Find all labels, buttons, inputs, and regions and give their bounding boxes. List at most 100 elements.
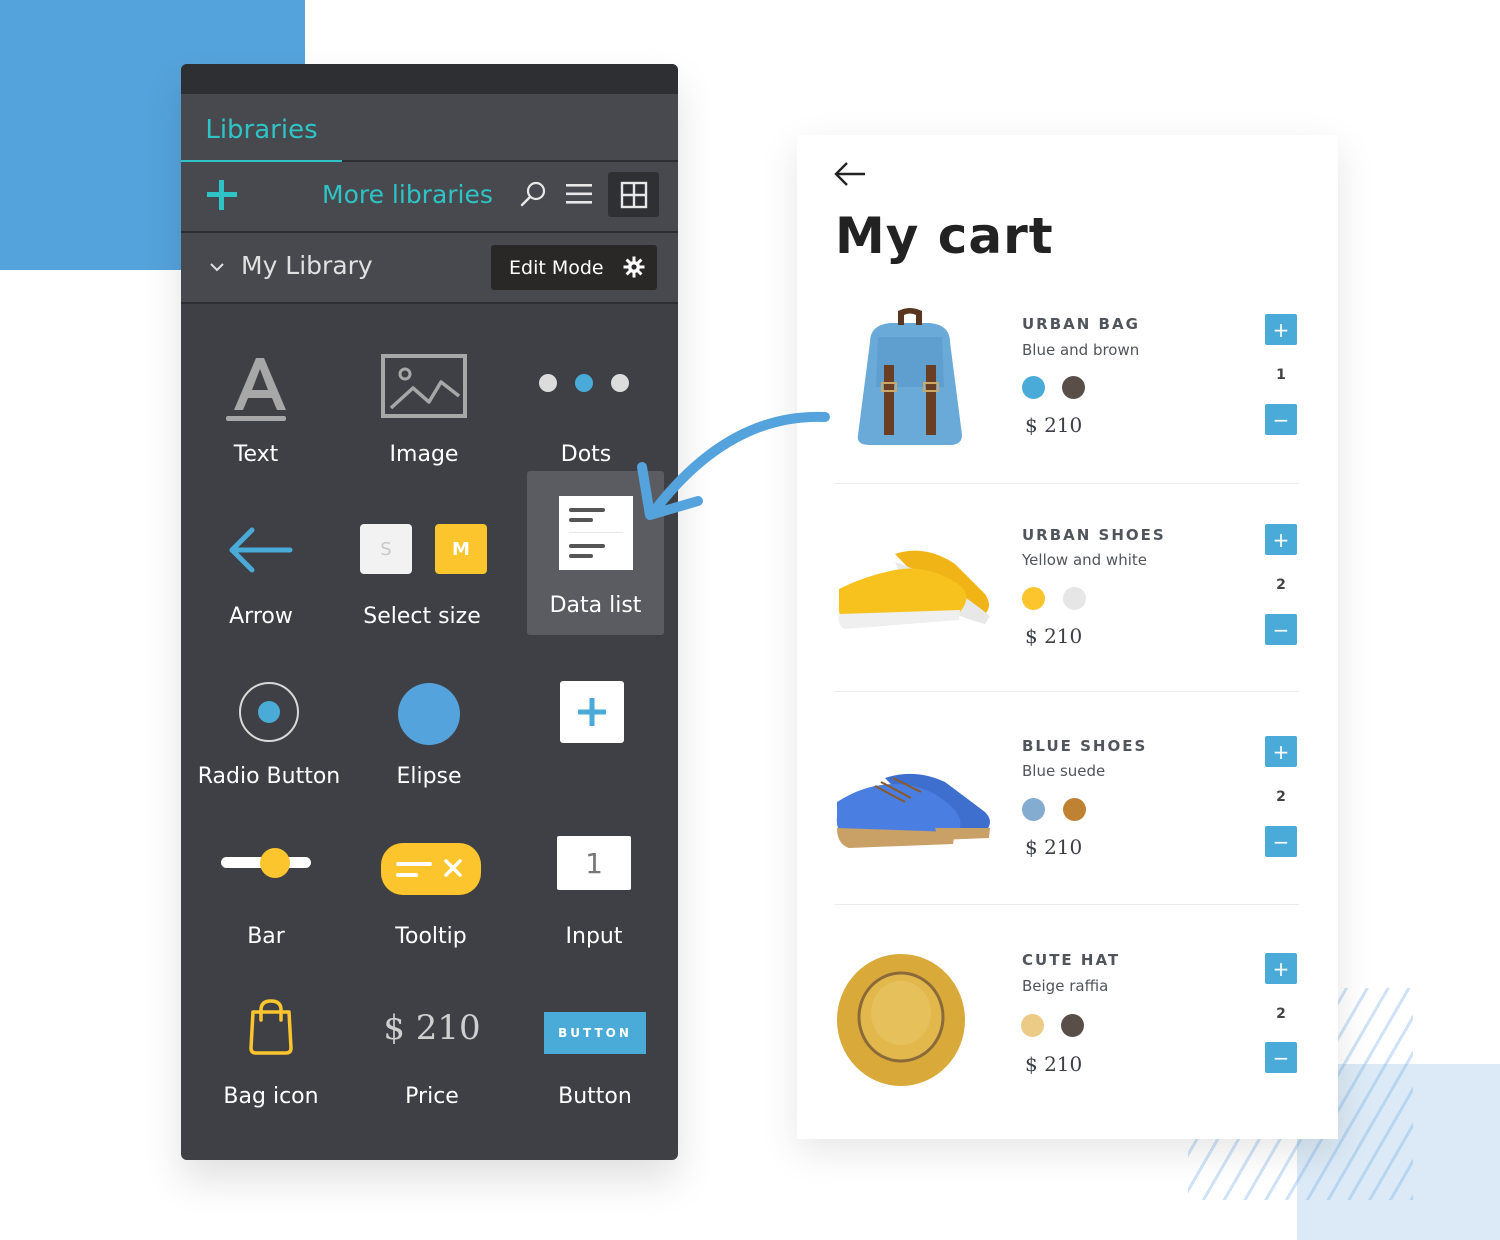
product-name: URBAN BAG (1022, 315, 1140, 333)
grid-view-button[interactable] (608, 172, 659, 217)
edit-mode-button[interactable]: Edit Mode (491, 245, 657, 290)
data-list-icon (558, 496, 633, 570)
cart-item-cute-hat: CUTE HAT Beige raffia $ 210 + 2 − (835, 905, 1299, 1115)
image-icon (381, 354, 467, 418)
panel-toolbar: More libraries (181, 162, 678, 233)
product-name: BLUE SHOES (1022, 737, 1148, 755)
library-item-arrow[interactable]: Arrow (186, 496, 336, 656)
product-price: $ 210 (1025, 835, 1083, 859)
library-item-ellipse[interactable]: Elipse (354, 660, 504, 820)
input-icon: 1 (557, 836, 631, 890)
decrease-quantity-button[interactable]: − (1265, 1042, 1297, 1073)
gear-icon (623, 256, 645, 278)
button-icon: BUTTON (544, 1012, 646, 1054)
library-item-bar[interactable]: Bar (191, 816, 341, 976)
cart-item-blue-shoes: BLUE SHOES Blue suede $ 210 + 2 − (835, 692, 1299, 905)
list-icon (566, 184, 592, 204)
item-label: Price (405, 1084, 459, 1109)
library-items-grid: Text Image Dots Arrow S M Select size Da… (181, 304, 678, 1158)
library-item-price[interactable]: $ 210 Price (357, 974, 507, 1134)
decrease-quantity-button[interactable]: − (1265, 614, 1297, 645)
color-swatch-dark-brown[interactable] (1061, 1014, 1084, 1037)
product-description: Blue suede (1022, 762, 1106, 780)
library-item-data-list[interactable]: Data list (527, 471, 664, 635)
library-item-radio-button[interactable]: Radio Button (194, 660, 344, 820)
libraries-panel: Libraries More libraries My Library Edit… (181, 64, 678, 1160)
tooltip-icon (381, 843, 481, 895)
color-swatch-yellow[interactable] (1022, 587, 1045, 610)
search-button[interactable] (515, 174, 551, 214)
increase-quantity-button[interactable]: + (1265, 524, 1297, 555)
color-swatch-tan[interactable] (1063, 798, 1086, 821)
item-label: Tooltip (395, 924, 467, 949)
product-price: $ 210 (1025, 1052, 1083, 1076)
select-size-icon: S M (357, 524, 487, 576)
quantity-value: 2 (1276, 577, 1286, 593)
add-box-icon (560, 681, 624, 743)
cart-screen: My cart URBAN BAG Blue and brown $ 210 +… (797, 135, 1338, 1139)
color-swatch-white[interactable] (1063, 587, 1086, 610)
product-description: Beige raffia (1022, 977, 1109, 995)
item-label: Text (233, 442, 279, 467)
search-icon (520, 181, 546, 207)
cart-item-urban-shoes: URBAN SHOES Yellow and white $ 210 + 2 − (835, 484, 1299, 692)
stage: Libraries More libraries My Library Edit… (0, 0, 1500, 1240)
item-label: Arrow (229, 604, 293, 629)
my-library-section-header: My Library Edit Mode (181, 233, 678, 304)
library-item-image[interactable]: Image (349, 334, 499, 494)
panel-tabs: Libraries (181, 94, 678, 164)
library-item-button[interactable]: BUTTON Button (520, 974, 670, 1134)
item-label: Button (558, 1084, 632, 1109)
product-price: $ 210 (1025, 413, 1083, 437)
color-swatch-blue[interactable] (1022, 376, 1045, 399)
dots-icon (539, 374, 629, 392)
library-item-add-box[interactable] (517, 660, 667, 820)
decrease-quantity-button[interactable]: − (1265, 826, 1297, 857)
more-libraries-link[interactable]: More libraries (322, 180, 493, 209)
item-label: Input (565, 924, 623, 949)
decrease-quantity-button[interactable]: − (1265, 404, 1297, 435)
radio-button-icon (239, 682, 299, 742)
quantity-value: 1 (1276, 367, 1286, 383)
straw-hat-image (837, 954, 965, 1086)
slider-bar-icon (221, 848, 311, 878)
add-library-button[interactable] (203, 176, 241, 214)
library-item-tooltip[interactable]: Tooltip (356, 816, 506, 976)
item-label: Elipse (396, 764, 462, 789)
edit-mode-label: Edit Mode (509, 256, 604, 279)
page-title: My cart (835, 207, 1054, 265)
ellipse-icon (398, 683, 460, 745)
tab-libraries[interactable]: Libraries (181, 94, 342, 164)
increase-quantity-button[interactable]: + (1265, 314, 1297, 345)
section-title[interactable]: My Library (241, 251, 373, 280)
library-item-input[interactable]: 1 Input (519, 816, 669, 976)
product-name: CUTE HAT (1022, 951, 1121, 969)
product-description: Blue and brown (1022, 341, 1140, 359)
panel-titlebar[interactable] (181, 64, 678, 94)
grid-icon (620, 181, 647, 208)
color-swatch-beige[interactable] (1021, 1014, 1044, 1037)
backpack-image (857, 308, 962, 445)
back-arrow-icon[interactable] (833, 161, 867, 187)
increase-quantity-button[interactable]: + (1265, 736, 1297, 767)
item-label: Bar (247, 924, 285, 949)
blue-shoes-image (836, 773, 990, 848)
increase-quantity-button[interactable]: + (1265, 953, 1297, 984)
library-item-bag-icon[interactable]: Bag icon (196, 974, 346, 1134)
product-description: Yellow and white (1022, 551, 1147, 569)
color-swatch-brown[interactable] (1062, 376, 1085, 399)
size-option-s: S (360, 524, 412, 574)
quantity-value: 2 (1276, 789, 1286, 805)
library-item-text[interactable]: Text (181, 334, 331, 494)
library-item-dots[interactable]: Dots (511, 334, 661, 494)
color-swatch-light-blue[interactable] (1022, 798, 1045, 821)
bag-icon (249, 999, 293, 1055)
size-option-m: M (435, 524, 487, 574)
chevron-down-icon[interactable] (209, 259, 225, 275)
item-label: Dots (560, 442, 612, 467)
product-name: URBAN SHOES (1022, 526, 1166, 544)
list-view-button[interactable] (561, 174, 597, 214)
price-icon: $ 210 (383, 1008, 481, 1048)
library-item-select-size[interactable]: S M Select size (347, 496, 497, 656)
cart-item-urban-bag: URBAN BAG Blue and brown $ 210 + 1 − (835, 305, 1299, 484)
